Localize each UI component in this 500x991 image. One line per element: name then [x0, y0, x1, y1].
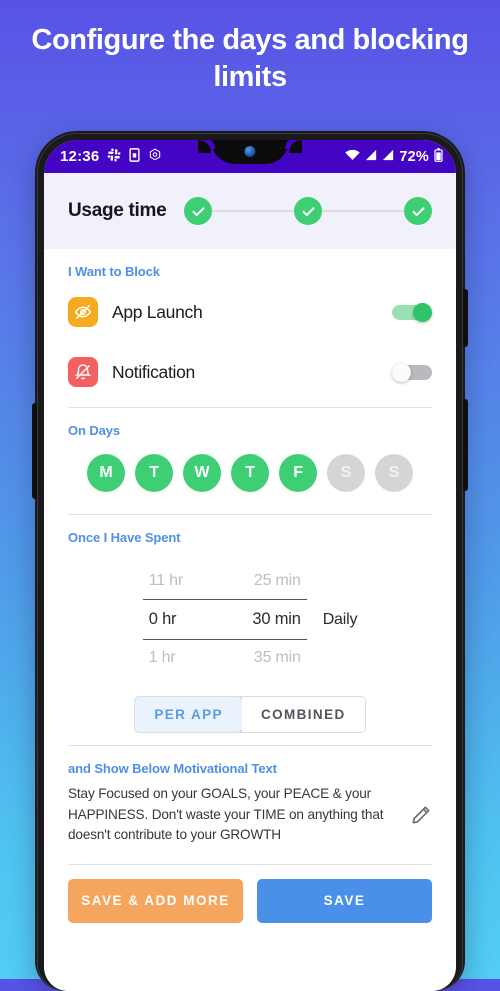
picker-row-selected[interactable]: 0 hr 30 min [142, 599, 307, 640]
motivational-text: Stay Focused on your GOALS, your PEACE &… [68, 786, 384, 843]
slack-icon [107, 148, 121, 166]
duration-picker-wrap: 11 hr 25 min 0 hr 30 min 1 hr 35 min Dai… [68, 545, 432, 686]
bell-off-icon [68, 357, 98, 387]
status-bar-right: 72% [345, 147, 443, 166]
day-chip-thursday[interactable]: T [231, 454, 269, 492]
signal-bars-icon [382, 149, 394, 165]
volume-button-right[interactable] [463, 399, 468, 491]
front-camera-icon [244, 146, 256, 157]
day-chip-monday[interactable]: M [87, 454, 125, 492]
duration-picker[interactable]: 11 hr 25 min 0 hr 30 min 1 hr 35 min [142, 563, 307, 676]
pencil-icon[interactable] [410, 804, 432, 826]
battery-icon [434, 147, 443, 166]
status-time: 12:36 [60, 148, 100, 165]
block-item-label: App Launch [112, 301, 203, 322]
volume-button-left[interactable] [32, 403, 37, 499]
day-chip-wednesday[interactable]: W [183, 454, 221, 492]
stepper-track [184, 197, 432, 225]
segment-combined[interactable]: COMBINED [241, 697, 365, 732]
scope-segment-wrap: PER APP COMBINED [68, 686, 432, 737]
battery-percent-label: 72% [399, 148, 429, 165]
toggle-notification[interactable] [392, 362, 432, 382]
step-indicator-2[interactable] [294, 197, 323, 225]
motivational-section-label: and Show Below Motivational Text [68, 761, 277, 776]
segment-per-app[interactable]: PER APP [135, 697, 243, 732]
save-and-add-more-button[interactable]: SAVE & ADD MORE [68, 878, 243, 923]
day-chip-friday[interactable]: F [279, 454, 317, 492]
picker-minute-selected: 30 min [252, 610, 301, 628]
phone-screen: 12:36 72% Usage time I Want to Block App… [44, 140, 456, 991]
picker-minute-below: 35 min [253, 649, 301, 666]
page-title: Usage time [68, 200, 167, 221]
stepper-header: Usage time [44, 173, 456, 249]
picker-hour-below: 1 hr [148, 649, 176, 666]
time-section-label: Once I Have Spent [68, 530, 181, 545]
block-item-app-launch[interactable]: App Launch [68, 285, 432, 339]
power-button-right[interactable] [463, 289, 468, 347]
eye-off-icon [68, 297, 98, 327]
day-chip-saturday[interactable]: S [327, 454, 365, 492]
phone-frame: 12:36 72% Usage time I Want to Block App… [32, 131, 468, 991]
settings-content: I Want to Block App Launch Notification … [44, 249, 456, 923]
day-chip-tuesday[interactable]: T [135, 454, 173, 492]
save-button[interactable]: SAVE [257, 878, 432, 923]
wifi-icon [345, 149, 361, 165]
block-item-notification[interactable]: Notification [68, 345, 432, 399]
sim-card-icon [129, 147, 140, 166]
step-indicator-3[interactable] [404, 197, 432, 225]
day-selector: M T W T F S S [68, 438, 432, 506]
block-section-label: I Want to Block [68, 264, 160, 279]
toggle-app-launch[interactable] [392, 302, 432, 322]
picker-unit-label: Daily [322, 610, 358, 628]
block-item-label: Notification [112, 361, 195, 382]
day-chip-sunday[interactable]: S [375, 454, 413, 492]
step-connector-1 [212, 210, 295, 212]
toggle-knob [413, 302, 432, 322]
settings-hex-icon [148, 148, 162, 166]
picker-row-below[interactable]: 1 hr 35 min [143, 640, 307, 676]
display-notch [198, 140, 302, 164]
days-section-label: On Days [68, 423, 121, 438]
promo-headline: Configure the days and blocking limits [31, 24, 469, 93]
status-bar-left: 12:36 [60, 147, 162, 166]
motivational-row: Stay Focused on your GOALS, your PEACE &… [68, 776, 432, 856]
toggle-knob [392, 362, 411, 382]
status-bar: 12:36 72% [44, 140, 456, 173]
picker-minute-above: 25 min [253, 572, 301, 589]
scope-segment: PER APP COMBINED [134, 696, 366, 733]
step-indicator-1[interactable] [184, 197, 213, 225]
step-connector-2 [322, 210, 404, 212]
signal-bars-icon [365, 149, 377, 165]
picker-hour-selected: 0 hr [148, 610, 177, 628]
action-bar: SAVE & ADD MORE SAVE [68, 865, 432, 923]
picker-hour-above: 11 hr [148, 572, 183, 589]
picker-row-above[interactable]: 11 hr 25 min [143, 563, 307, 599]
